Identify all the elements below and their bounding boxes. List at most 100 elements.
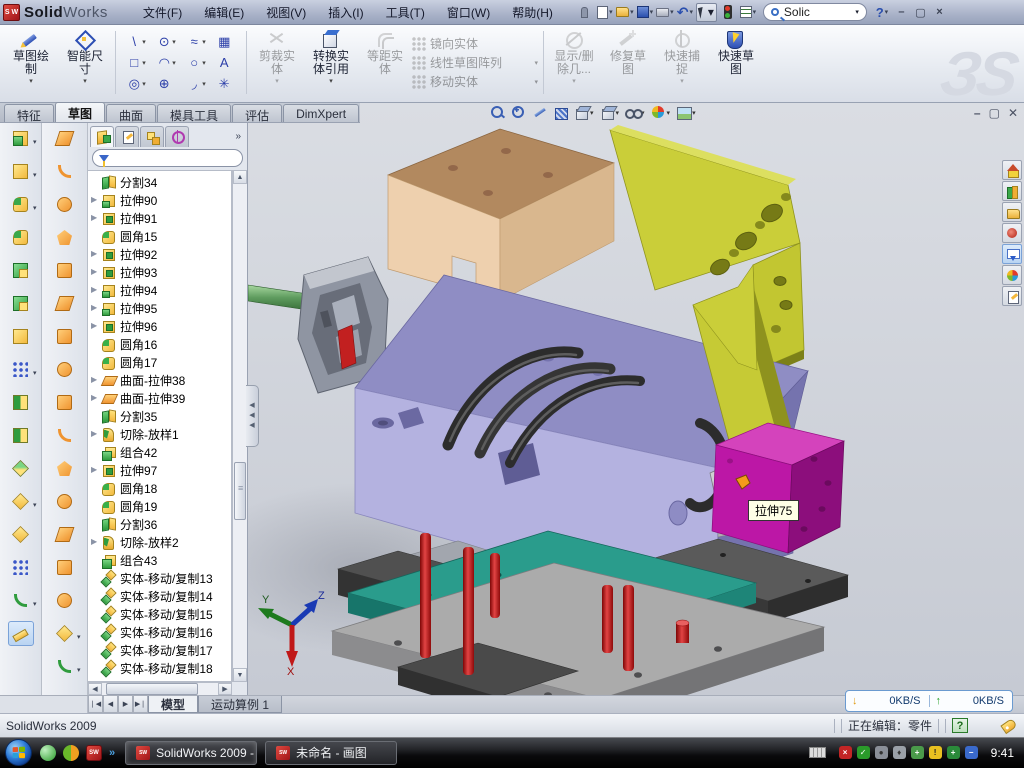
close-button[interactable]: × [931,5,948,20]
command-button[interactable]: 移动实体 ▾ [412,73,540,90]
command-tab[interactable]: 评估 [232,104,282,122]
expander-icon[interactable]: ▶ [91,537,101,547]
tree-item[interactable]: ▶ 圆角17 [88,353,231,371]
expander-icon[interactable]: ▶ [91,249,101,259]
tree-item[interactable]: ▶ 拉伸93 [88,263,231,281]
sketch-entity-button[interactable]: ≈ ▾ [181,31,211,52]
next-tab-icon[interactable]: ▶ [118,696,133,713]
tray-warning-icon[interactable]: ! [929,746,942,759]
scene-icon[interactable]: ▾ [676,105,696,120]
toolbar-button[interactable]: ▾ [8,225,34,250]
messenger-icon[interactable] [40,745,56,761]
command-tab[interactable]: 特征 [4,104,54,122]
toolbar-button[interactable]: ▾ [8,423,34,448]
pin-icon[interactable] [576,3,594,21]
tray-shield-icon[interactable]: + [947,746,960,759]
command-tab[interactable]: 模具工具 [157,104,231,122]
toolbar-button[interactable]: ▾ [52,390,78,415]
last-tab-icon[interactable]: ▶❘ [133,696,148,713]
quicklaunch-overflow-icon[interactable]: » [109,747,115,759]
sketch-entity-button[interactable]: ⊕ ▾ [151,73,181,94]
magic-wand-icon[interactable] [532,105,547,120]
taskbar-button[interactable]: SW 未命名 - 画图 [265,741,397,765]
tray-antivirus-icon[interactable]: ✓ [857,746,870,759]
graphics-viewport[interactable]: Y Z X 拉伸75 [248,103,1024,695]
save-icon[interactable]: ▾ [636,3,654,21]
menu-item[interactable]: 文件(F) [134,1,191,24]
help-icon[interactable]: ?▾ [873,3,891,21]
command-button[interactable]: 剪裁实 体 ▾ [250,27,304,98]
command-button[interactable]: 线性草图阵列 ▾ [412,54,540,71]
tree-item[interactable]: ▶ 实体-移动/复制15 [88,605,231,623]
sketch-entity-button[interactable]: ⊙ ▾ [151,31,181,52]
toolbar-button[interactable]: ▾ [52,126,78,151]
command-button[interactable]: 显示/删 除几... ▾ [547,27,601,98]
tree-item[interactable]: ▶ 圆角18 [88,479,231,497]
expander-icon[interactable]: ▶ [91,393,101,403]
toolbar-button[interactable]: ▾ [52,423,78,448]
toolbar-button[interactable]: ▾ [52,291,78,316]
keyboard-layout-icon[interactable] [809,747,826,758]
toolbar-button[interactable]: ▾ [52,159,78,184]
options-icon[interactable]: ▾ [739,3,757,21]
tree-item[interactable]: ▶ 拉伸94 [88,281,231,299]
new-document-icon[interactable]: ▾ [596,3,614,21]
print-icon[interactable]: ▾ [656,3,674,21]
menu-item[interactable]: 编辑(E) [195,1,253,24]
select-tool[interactable]: ▾ [696,3,717,22]
sketch-entity-button[interactable]: ▦ ▾ [211,31,241,52]
network-speed-widget[interactable]: ↓0KB/S ↑0KB/S [845,690,1013,712]
tray-sync-icon[interactable]: − [965,746,978,759]
doc-restore-button[interactable]: ▢ [989,106,1000,120]
undo-icon[interactable]: ↶▾ [676,3,694,21]
toolbar-button[interactable]: ▾ [8,489,34,514]
tree-item[interactable]: ▶ 拉伸90 [88,191,231,209]
taskbar-clock[interactable]: 9:41 [991,746,1014,760]
exploded-mold-model[interactable] [248,123,1024,695]
toolbar-button[interactable]: ▾ [52,489,78,514]
quicklaunch-icon[interactable] [63,745,79,761]
toolbar-button[interactable]: ▾ [52,258,78,283]
tree-filter-input[interactable] [92,149,243,167]
menu-item[interactable]: 帮助(H) [503,1,562,24]
taskbar-button[interactable]: SW SolidWorks 2009 - ... [125,741,257,765]
doc-tab[interactable]: 运动算例 1 [198,696,282,713]
open-icon[interactable]: ▾ [616,3,634,21]
toolbar-button[interactable]: ▾ [8,621,34,646]
toolbar-button[interactable]: ▾ [8,555,34,580]
sketch-entity-button[interactable]: ◎ ▾ [121,73,151,94]
prev-tab-icon[interactable]: ◀ [103,696,118,713]
tray-network-icon[interactable]: + [911,746,924,759]
first-tab-icon[interactable]: ❘◀ [88,696,103,713]
start-button[interactable] [5,739,32,766]
sketch-entity-button[interactable]: ○ ▾ [181,52,211,73]
tree-item[interactable]: ▶ 圆角16 [88,335,231,353]
custom-properties-tab[interactable] [1002,286,1022,306]
design-library-tab[interactable] [1002,181,1022,201]
tray-volume-icon[interactable]: ♦ [893,746,906,759]
toolbar-button[interactable]: ▾ [52,621,78,646]
tree-item[interactable]: ▶ 拉伸96 [88,317,231,335]
scroll-right-icon[interactable]: ▶ [218,683,232,695]
tree-item[interactable]: ▶ 分割35 [88,407,231,425]
tree-item[interactable]: ▶ 圆角15 [88,227,231,245]
tree-item[interactable]: ▶ 实体-移动/复制13 [88,569,231,587]
tree-item[interactable]: ▶ 实体-移动/复制14 [88,587,231,605]
appearances-tab[interactable] [1002,265,1022,285]
sketch-entity-button[interactable]: A ▾ [211,52,241,73]
tree-item[interactable]: ▶ 拉伸97 [88,461,231,479]
tree-horizontal-scrollbar[interactable]: ◀ ▶ [88,682,232,695]
quick-tips-icon[interactable]: ? [952,718,968,733]
expander-icon[interactable]: ▶ [91,321,101,331]
section-view-icon[interactable] [553,105,568,120]
sketch-entity-button[interactable]: \ ▾ [121,31,151,52]
toolbar-button[interactable]: ▾ [8,390,34,415]
toolbar-button[interactable]: ▾ [8,588,34,613]
tray-update-icon[interactable]: ● [875,746,888,759]
expander-icon[interactable]: ▶ [91,465,101,475]
hide-show-items-icon[interactable]: ▾ [625,105,645,120]
command-button[interactable]: 镜向实体 ▾ [412,35,540,52]
command-tab[interactable]: 草图 [55,102,105,122]
sketch-entity-button[interactable]: □ ▾ [121,52,151,73]
toolbar-button[interactable]: ▾ [8,291,34,316]
